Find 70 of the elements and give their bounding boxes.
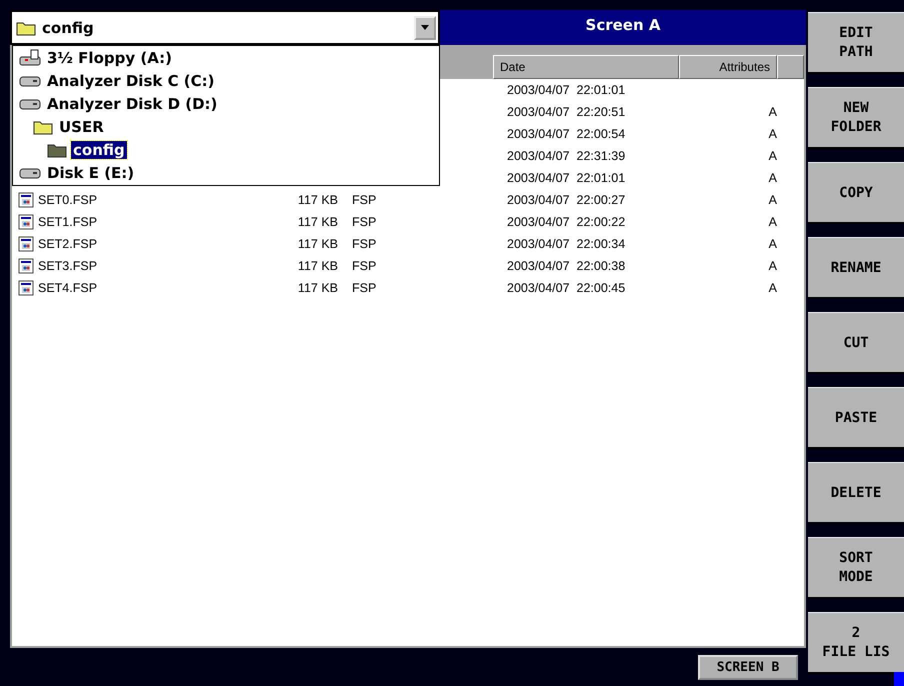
drive-list-item[interactable]: Analyzer Disk C (C:): [45, 72, 217, 90]
file-type: FSP: [351, 259, 378, 273]
drive-list-item[interactable]: USER: [57, 118, 106, 136]
file-name[interactable]: SET1.FSP: [38, 215, 98, 229]
file-date: 2003/04/07 22:01:01: [506, 171, 626, 185]
column-header[interactable]: Attributes: [679, 55, 777, 79]
file-attributes: A: [768, 281, 777, 295]
file-date: 2003/04/07 22:00:22: [506, 215, 626, 229]
file-date: 2003/04/07 22:00:27: [506, 193, 626, 207]
file-icon: [18, 280, 34, 296]
file-attributes: A: [768, 149, 777, 163]
file-date: 2003/04/07 22:20:51: [506, 105, 626, 119]
softkey-button[interactable]: DELETE: [808, 462, 904, 524]
dropdown-button[interactable]: [414, 16, 436, 40]
path-value: config: [42, 18, 95, 36]
folder-icon: [33, 118, 53, 134]
file-date: 2003/04/07 22:00:54: [506, 127, 626, 141]
file-attributes: A: [768, 259, 777, 273]
column-header[interactable]: Date: [493, 55, 679, 79]
file-date: 2003/04/07 22:31:39: [506, 149, 626, 163]
softkey-button[interactable]: RENAME: [808, 237, 904, 299]
folder-icon: [16, 20, 36, 36]
file-attributes: A: [768, 193, 777, 207]
file-name[interactable]: SET4.FSP: [38, 281, 98, 295]
file-size: 117 KB: [296, 237, 338, 251]
softkey-button[interactable]: SORT MODE: [808, 537, 904, 599]
drive-icon: [19, 166, 41, 180]
status-marker: [894, 672, 904, 686]
file-attributes: A: [768, 127, 777, 141]
softkey-button[interactable]: CUT: [808, 312, 904, 374]
file-type: FSP: [351, 281, 378, 295]
file-type: FSP: [351, 193, 378, 207]
file-date: 2003/04/07 22:01:01: [506, 83, 626, 97]
file-attributes: A: [768, 171, 777, 185]
screen-b-button[interactable]: SCREEN B: [698, 654, 798, 680]
path-combo-box[interactable]: config: [10, 10, 440, 45]
file-date: 2003/04/07 22:00:38: [506, 259, 626, 273]
file-icon: [18, 258, 34, 274]
file-icon: [18, 192, 34, 208]
floppy-drive-icon: [19, 48, 41, 66]
drive-list-item[interactable]: config: [71, 140, 127, 158]
softkey-button[interactable]: COPY: [808, 162, 904, 224]
file-size: 117 KB: [296, 259, 338, 273]
file-attributes: A: [768, 215, 777, 229]
file-date: 2003/04/07 22:00:34: [506, 237, 626, 251]
drive-icon: [19, 74, 41, 88]
drive-list-item[interactable]: Disk E (E:): [45, 164, 136, 182]
file-attributes: A: [768, 237, 777, 251]
softkey-button[interactable]: EDIT PATH: [808, 12, 904, 74]
file-name[interactable]: SET3.FSP: [38, 259, 98, 273]
file-type: FSP: [351, 237, 378, 251]
file-date: 2003/04/07 22:00:45: [506, 281, 626, 295]
caret-icon: [421, 25, 429, 30]
drive-list-item[interactable]: 3½ Floppy (A:): [45, 48, 174, 66]
file-size: 117 KB: [296, 281, 338, 295]
softkey-button[interactable]: NEW FOLDER: [808, 87, 904, 149]
file-size: 117 KB: [296, 215, 338, 229]
file-name[interactable]: SET2.FSP: [38, 237, 98, 251]
file-name[interactable]: SET0.FSP: [38, 193, 98, 207]
file-attributes: A: [768, 105, 777, 119]
drive-icon: [19, 96, 41, 110]
file-icon: [18, 236, 34, 252]
softkey-button[interactable]: 2 FILE LIS: [808, 612, 904, 674]
screen-title: Screen A: [440, 10, 806, 45]
file-size: 117 KB: [296, 193, 338, 207]
folder-icon: [47, 142, 67, 158]
drive-list-item[interactable]: Analyzer Disk D (D:): [45, 94, 220, 112]
file-icon: [18, 214, 34, 230]
softkey-button[interactable]: PASTE: [808, 387, 904, 449]
file-type: FSP: [351, 215, 378, 229]
